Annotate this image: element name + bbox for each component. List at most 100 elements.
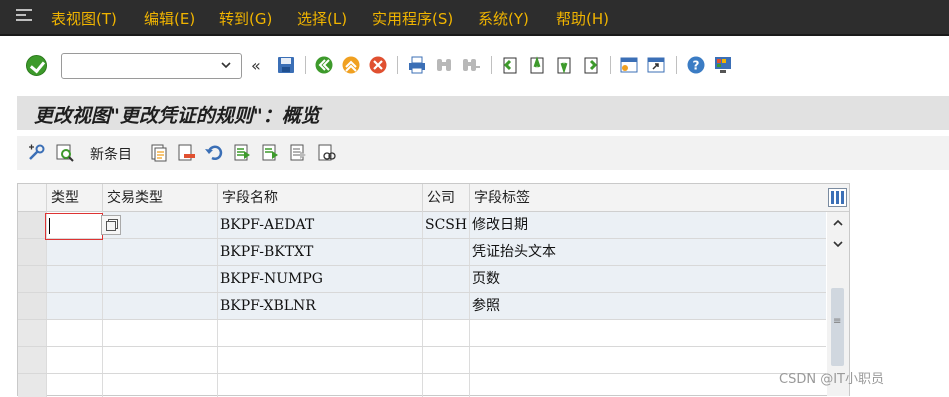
application-toolbar: 新条目: [17, 136, 949, 170]
header-type[interactable]: 类型: [47, 184, 103, 212]
system-menu-icon[interactable]: [16, 9, 32, 23]
previous-page-icon[interactable]: [527, 55, 547, 75]
shortcut-icon[interactable]: [646, 55, 666, 75]
menu-selection[interactable]: 选择(L): [297, 9, 347, 29]
column-settings-icon[interactable]: [828, 188, 847, 207]
menu-utilities[interactable]: 实用程序(S): [372, 9, 453, 29]
find-icon[interactable]: [434, 55, 454, 75]
empty-cell: [423, 347, 470, 373]
table-row[interactable]: BKPF-BKTXT 凭证抬头文本: [18, 239, 826, 266]
print-field-list-icon[interactable]: [316, 143, 336, 163]
menu-table-view[interactable]: 表视图(T): [51, 9, 117, 29]
field-name-cell: BKPF-AEDAT: [218, 212, 423, 238]
print-icon[interactable]: [407, 55, 427, 75]
enter-icon[interactable]: [26, 55, 47, 76]
header-field-name[interactable]: 字段名称: [218, 184, 423, 212]
type-cell: [47, 293, 103, 319]
menu-help[interactable]: 帮助(H): [556, 9, 609, 29]
empty-cell: [423, 320, 470, 346]
header-row-selector[interactable]: [18, 184, 47, 212]
empty-cell: [103, 374, 218, 397]
scroll-down-icon[interactable]: [832, 238, 844, 250]
empty-cell: [218, 347, 423, 373]
cancel-icon[interactable]: [368, 55, 388, 75]
empty-cell: [47, 347, 103, 373]
row-selector[interactable]: [18, 374, 47, 397]
chevron-down-icon[interactable]: [221, 60, 231, 70]
page-title: 更改视图"更改凭证的规则"：概览: [34, 105, 320, 127]
display-change-icon[interactable]: [27, 143, 47, 163]
create-session-icon[interactable]: [619, 55, 639, 75]
type-cell: [47, 239, 103, 265]
save-icon[interactable]: [276, 55, 296, 75]
find-next-icon[interactable]: [461, 55, 481, 75]
menu-edit[interactable]: 编辑(E): [144, 9, 195, 29]
row-selector[interactable]: [18, 212, 47, 238]
svg-text:?: ?: [693, 59, 700, 73]
table-row[interactable]: BKPF-XBLNR 参照: [18, 293, 826, 320]
menu-system[interactable]: 系统(Y): [478, 9, 529, 29]
back-icon[interactable]: [314, 55, 334, 75]
value-help-button[interactable]: [101, 215, 121, 235]
focused-cell-marker: [45, 213, 103, 240]
row-selector[interactable]: [18, 239, 47, 265]
table-row[interactable]: BKPF-AEDAT SCSH 修改日期: [18, 212, 826, 239]
help-icon[interactable]: ?: [686, 55, 706, 75]
transaction-type-cell: [103, 239, 218, 265]
header-company[interactable]: 公司: [423, 184, 470, 212]
table-row[interactable]: BKPF-NUMPG 页数: [18, 266, 826, 293]
select-all-icon[interactable]: [232, 143, 252, 163]
type-cell: [47, 266, 103, 292]
table-header: 类型 交易类型 字段名称 公司 字段标签: [18, 184, 849, 212]
row-selector[interactable]: [18, 320, 47, 346]
empty-table-row[interactable]: [18, 320, 826, 347]
row-selector[interactable]: [18, 293, 47, 319]
empty-cell: [47, 374, 103, 397]
header-field-label[interactable]: 字段标签: [470, 184, 827, 212]
screen-title-bar: 更改视图"更改凭证的规则"：概览: [17, 96, 949, 130]
undo-change-icon[interactable]: [204, 143, 224, 163]
row-selector[interactable]: [18, 266, 47, 292]
header-transaction-type[interactable]: 交易类型: [103, 184, 218, 212]
field-name-cell: BKPF-BKTXT: [218, 239, 423, 265]
field-label-cell: 页数: [470, 266, 826, 292]
table-control: 类型 交易类型 字段名称 公司 字段标签 BKPF-AEDAT SCSH 修改日…: [17, 183, 850, 397]
select-detail-icon[interactable]: [55, 143, 75, 163]
customize-layout-icon[interactable]: [713, 55, 733, 75]
field-label-cell: 参照: [470, 293, 826, 319]
exit-icon[interactable]: [341, 55, 361, 75]
command-field[interactable]: [61, 53, 242, 79]
text-cursor: [49, 218, 50, 234]
copy-as-icon[interactable]: [149, 143, 169, 163]
last-page-icon[interactable]: [581, 55, 601, 75]
field-label-cell: 修改日期: [470, 212, 826, 238]
field-name-cell: BKPF-NUMPG: [218, 266, 423, 292]
company-cell: [423, 239, 470, 265]
empty-cell: [47, 320, 103, 346]
standard-toolbar: « ?: [0, 44, 949, 86]
select-block-icon[interactable]: [260, 143, 280, 163]
first-page-icon[interactable]: [500, 55, 520, 75]
company-cell: [423, 293, 470, 319]
empty-cell: [423, 374, 470, 397]
watermark: CSDN @IT小职员: [779, 372, 884, 387]
scroll-up-icon[interactable]: [832, 217, 844, 229]
scrollbar-thumb[interactable]: [831, 288, 844, 366]
menu-bar: 表视图(T) 编辑(E) 转到(G) 选择(L) 实用程序(S) 系统(Y) 帮…: [0, 0, 949, 36]
delete-icon[interactable]: [176, 143, 196, 163]
company-cell: SCSH: [423, 212, 470, 238]
field-name-cell: BKPF-XBLNR: [218, 293, 423, 319]
menu-goto[interactable]: 转到(G): [219, 9, 272, 29]
empty-cell: [218, 374, 423, 397]
deselect-all-icon[interactable]: [288, 143, 308, 163]
empty-cell: [103, 347, 218, 373]
row-selector[interactable]: [18, 347, 47, 373]
empty-table-row[interactable]: [18, 374, 826, 397]
new-entries-button[interactable]: 新条目: [90, 144, 132, 164]
transaction-type-cell: [103, 266, 218, 292]
next-page-icon[interactable]: [554, 55, 574, 75]
empty-cell: [103, 320, 218, 346]
collapse-toolbar-icon[interactable]: «: [251, 56, 261, 75]
empty-table-row[interactable]: [18, 347, 826, 374]
company-cell: [423, 266, 470, 292]
